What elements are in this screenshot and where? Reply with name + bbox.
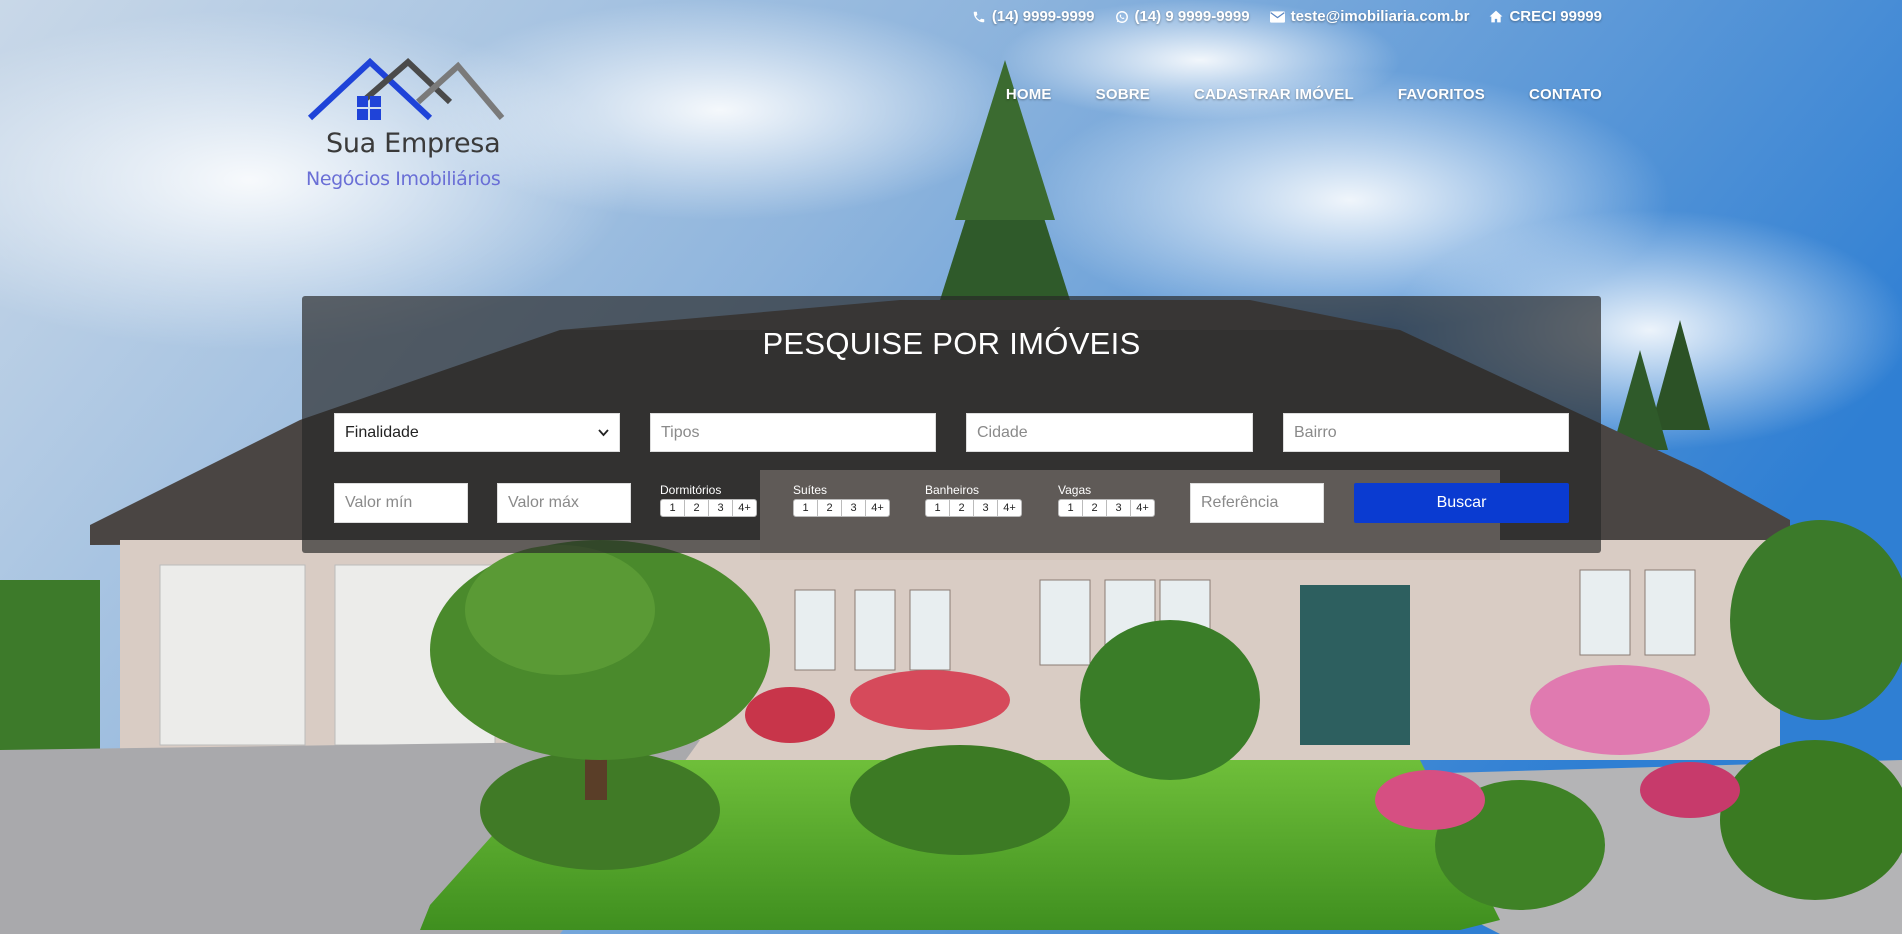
envelope-icon (1269, 10, 1285, 23)
creci-info: CRECI 99999 (1489, 8, 1602, 25)
referencia-input[interactable] (1190, 483, 1324, 523)
chevron-down-icon (598, 428, 609, 436)
dormitorios-option-3[interactable]: 3 (708, 499, 733, 517)
buscar-button[interactable]: Buscar (1354, 483, 1569, 523)
email-text: teste@imobiliaria.com.br (1290, 8, 1470, 25)
valor-max-text-field[interactable] (508, 484, 620, 522)
suites-option-3[interactable]: 3 (841, 499, 866, 517)
banheiros-label: Banheiros (925, 483, 980, 497)
dormitorios-option-2[interactable]: 2 (684, 499, 709, 517)
vagas-label: Vagas (1058, 483, 1092, 497)
finalidade-value: Finalidade (345, 423, 419, 441)
phone-contact[interactable]: (14) 9999-9999 (972, 8, 1095, 25)
search-title: PESQUISE POR IMÓVEIS (762, 326, 1141, 361)
cidade-text-field[interactable] (977, 414, 1242, 451)
bairro-text-field[interactable] (1294, 414, 1558, 451)
phone-text: (14) 9999-9999 (991, 8, 1095, 25)
banheiros-option-2[interactable]: 2 (949, 499, 974, 517)
banheiros-option-1[interactable]: 1 (925, 499, 950, 517)
tipos-text-field[interactable] (661, 414, 925, 451)
suites-option-2[interactable]: 2 (817, 499, 842, 517)
nav-cadastrar-imovel[interactable]: CADASTRAR IMÓVEL (1194, 86, 1354, 103)
suites-option-1[interactable]: 1 (793, 499, 818, 517)
bairro-input[interactable] (1283, 413, 1569, 452)
valor-max-input[interactable] (497, 483, 631, 523)
valor-min-input[interactable] (334, 483, 468, 523)
email-contact[interactable]: teste@imobiliaria.com.br (1269, 8, 1470, 25)
dormitorios-option-4plus[interactable]: 4+ (732, 499, 757, 517)
phone-icon (973, 11, 985, 22)
referencia-text-field[interactable] (1201, 484, 1313, 522)
tipos-input[interactable] (650, 413, 936, 452)
banheiros-selector: Banheiros 1 2 3 4+ (925, 483, 1022, 517)
banheiros-option-3[interactable]: 3 (973, 499, 998, 517)
nav-favoritos[interactable]: FAVORITOS (1398, 86, 1485, 103)
dormitorios-option-1[interactable]: 1 (660, 499, 685, 517)
vagas-option-3[interactable]: 3 (1106, 499, 1131, 517)
logo-company-name: Sua Empresa (326, 128, 501, 159)
dormitorios-label: Dormitórios (660, 483, 722, 497)
suites-selector: Suítes 1 2 3 4+ (793, 483, 890, 517)
valor-min-text-field[interactable] (345, 484, 457, 522)
whatsapp-text: (14) 9 9999-9999 (1134, 8, 1250, 25)
home-icon (1490, 10, 1503, 23)
cidade-input[interactable] (966, 413, 1253, 452)
banheiros-option-4plus[interactable]: 4+ (997, 499, 1022, 517)
nav-home[interactable]: HOME (1006, 86, 1052, 103)
contact-bar: (14) 9999-9999 (14) 9 9999-9999 teste@im… (972, 8, 1602, 25)
vagas-selector: Vagas 1 2 3 4+ (1058, 483, 1155, 517)
creci-text: CRECI 99999 (1509, 8, 1602, 25)
main-nav: HOME SOBRE CADASTRAR IMÓVEL FAVORITOS CO… (1006, 86, 1602, 103)
vagas-option-2[interactable]: 2 (1082, 499, 1107, 517)
dormitorios-selector: Dormitórios 1 2 3 4+ (660, 483, 757, 517)
logo-roofs-graphic (307, 57, 505, 121)
company-logo[interactable]: Sua Empresa Negócios Imobiliários (300, 56, 520, 196)
logo-tagline: Negócios Imobiliários (306, 168, 501, 190)
nav-contato[interactable]: CONTATO (1529, 86, 1602, 103)
whatsapp-contact[interactable]: (14) 9 9999-9999 (1115, 8, 1250, 25)
vagas-option-1[interactable]: 1 (1058, 499, 1083, 517)
suites-label: Suítes (793, 483, 828, 497)
property-search-panel: PESQUISE POR IMÓVEIS Finalidade Dormitór… (302, 296, 1601, 553)
suites-option-4plus[interactable]: 4+ (865, 499, 890, 517)
vagas-option-4plus[interactable]: 4+ (1130, 499, 1155, 517)
nav-sobre[interactable]: SOBRE (1096, 86, 1150, 103)
whatsapp-icon (1115, 10, 1128, 23)
finalidade-select[interactable]: Finalidade (334, 413, 620, 452)
